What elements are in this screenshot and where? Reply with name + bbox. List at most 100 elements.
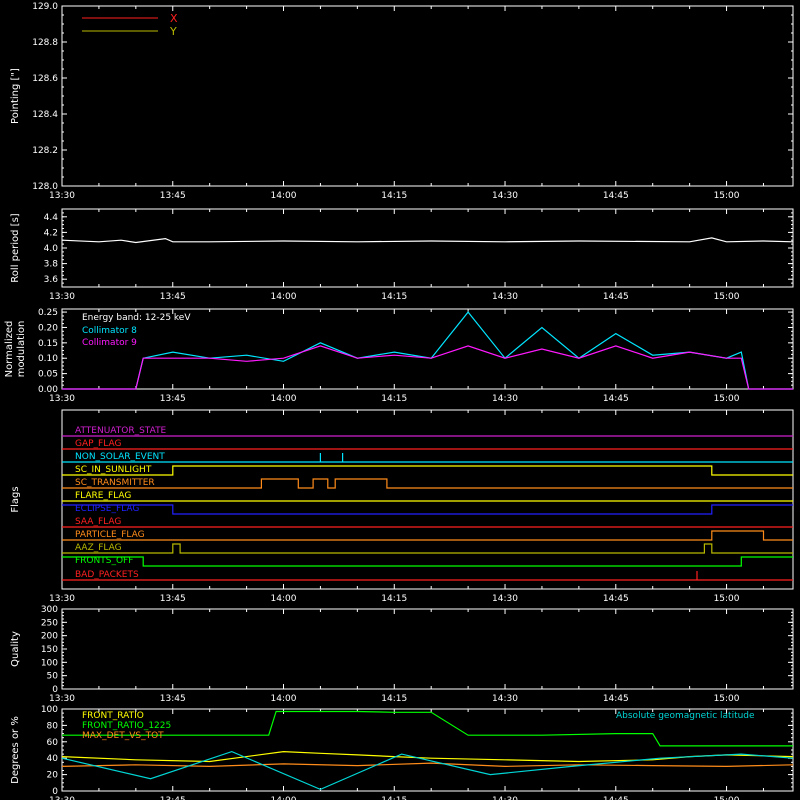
x-tick-label: 15:00 xyxy=(714,394,740,404)
y-tick-label: 0.20 xyxy=(38,323,58,333)
flag-label: SAA_FLAG xyxy=(75,517,121,527)
series-line-collimator-8 xyxy=(62,311,793,390)
x-tick-label: 13:30 xyxy=(49,292,75,302)
legend-label: Collimator 8 xyxy=(82,326,137,336)
panel-ratios xyxy=(61,708,794,792)
y-tick-label: 0 xyxy=(52,685,58,695)
flag-label: PARTICLE_FLAG xyxy=(75,530,145,540)
flag-line-bad-packets xyxy=(62,571,793,581)
x-tick-label: 13:30 xyxy=(49,594,75,604)
x-tick-label: 14:45 xyxy=(603,292,629,302)
flag-line-sc-in-sunlight xyxy=(62,465,793,476)
x-tick-label: 13:45 xyxy=(160,191,186,201)
x-tick-label: 15:00 xyxy=(714,292,740,302)
x-tick-label: 13:45 xyxy=(160,796,186,800)
plot-frame xyxy=(61,608,794,690)
legend-label: X xyxy=(170,12,178,25)
flag-label: SC_TRANSMITTER xyxy=(75,478,155,488)
y-tick-label: 60 xyxy=(47,738,59,748)
legend-label: Collimator 9 xyxy=(82,338,137,348)
stage: 13:30 13:45 14:00 14:15 14:30 14:45 15:00 13:30… xyxy=(4,2,794,800)
y-tick-label: 0.10 xyxy=(38,354,58,364)
y-tick-label: 80 xyxy=(47,721,59,731)
x-tick-label: 14:00 xyxy=(271,594,297,604)
y-tick-label: 300 xyxy=(41,605,58,615)
plot-frame xyxy=(61,208,794,288)
y-axis-label: Quality xyxy=(10,631,21,667)
x-tick-label: 14:30 xyxy=(492,796,518,800)
y-tick-label: 4.0 xyxy=(44,244,59,254)
legend-label: FRONT_RATIO xyxy=(82,711,144,721)
y-tick-label: 250 xyxy=(41,618,58,628)
x-tick-label: 14:00 xyxy=(271,694,297,704)
y-axis-label: Flags xyxy=(10,486,21,512)
x-tick-label: 13:45 xyxy=(160,292,186,302)
x-tick-label: 14:45 xyxy=(603,394,629,404)
x-tick-label: 14:15 xyxy=(381,394,407,404)
x-tick-label: 14:00 xyxy=(271,394,297,404)
flag-label: ATTENUATOR_STATE xyxy=(75,426,167,436)
x-tick-label: 15:00 xyxy=(714,796,740,800)
flag-line-eclipse-flag xyxy=(62,504,793,515)
x-tick-label: 14:00 xyxy=(271,292,297,302)
panel-flags xyxy=(61,409,794,590)
y-tick-label: 0 xyxy=(52,787,58,797)
flag-label: ECLIPSE_FLAG xyxy=(75,504,139,514)
y-tick-label: 128.4 xyxy=(32,110,58,120)
x-tick-label: 14:30 xyxy=(492,292,518,302)
flag-line-particle-flag xyxy=(62,530,793,541)
panel-roll xyxy=(61,208,794,288)
y-tick-label: 0.00 xyxy=(38,385,58,395)
flag-line-non-solar-event xyxy=(62,453,793,463)
series-line-absolute-geomagnetic-latitude xyxy=(61,750,794,791)
flag-label: GAP_FLAG xyxy=(75,439,121,449)
x-tick-label: 15:00 xyxy=(714,191,740,201)
plot-frame xyxy=(61,409,794,590)
y-tick-label: 128.0 xyxy=(32,182,58,192)
y-tick-label: 20 xyxy=(47,771,59,781)
x-tick-label: 14:00 xyxy=(271,796,297,800)
x-tick-label: 13:30 xyxy=(49,191,75,201)
y-axis-label: Pointing ["] xyxy=(10,68,21,124)
y-tick-label: 150 xyxy=(41,645,58,655)
y-tick-label: 50 xyxy=(47,672,59,682)
flag-line-sc-transmitter xyxy=(62,478,793,489)
legend-label: FRONT_RATIO_1225 xyxy=(82,721,171,731)
x-tick-label: 14:15 xyxy=(381,796,407,800)
x-tick-label: 14:15 xyxy=(381,191,407,201)
x-tick-label: 14:00 xyxy=(271,191,297,201)
y-tick-label: 3.6 xyxy=(44,275,59,285)
flag-label: NON_SOLAR_EVENT xyxy=(75,452,165,462)
x-tick-label: 14:30 xyxy=(492,191,518,201)
y-tick-label: 3.8 xyxy=(44,260,59,270)
y-tick-label: 129.0 xyxy=(32,2,58,12)
x-tick-label: 14:15 xyxy=(381,694,407,704)
panel-quality xyxy=(61,608,794,690)
plot-frame xyxy=(61,708,794,792)
x-tick-label: 13:45 xyxy=(160,394,186,404)
x-tick-label: 14:15 xyxy=(381,292,407,302)
series-line-max-det-vs-tot xyxy=(61,762,794,768)
x-tick-label: 14:45 xyxy=(603,796,629,800)
y-tick-label: 4.4 xyxy=(44,213,59,223)
flag-label: BAD_PACKETS xyxy=(75,570,139,580)
x-tick-label: 15:00 xyxy=(714,694,740,704)
x-tick-label: 15:00 xyxy=(714,594,740,604)
y-tick-label: 128.2 xyxy=(32,146,58,156)
legend-label: Absolute geomagnetic latitude xyxy=(616,711,755,721)
x-tick-label: 14:30 xyxy=(492,694,518,704)
x-tick-label: 13:45 xyxy=(160,694,186,704)
flag-label: AAZ_FLAG xyxy=(75,543,122,553)
flag-label: SC_IN_SUNLIGHT xyxy=(75,465,152,475)
x-tick-label: 14:45 xyxy=(603,594,629,604)
y-tick-label: 40 xyxy=(47,754,59,764)
legend-label: Y xyxy=(169,25,177,38)
y-tick-label: 100 xyxy=(41,705,58,715)
x-tick-label: 14:45 xyxy=(603,191,629,201)
x-tick-label: 13:45 xyxy=(160,594,186,604)
legend-label: MAX_DET_VS_TOT xyxy=(82,731,164,741)
x-tick-label: 14:30 xyxy=(492,594,518,604)
x-tick-label: 13:30 xyxy=(49,694,75,704)
y-tick-label: 0.15 xyxy=(38,339,58,349)
flag-label: FLARE_FLAG xyxy=(75,491,131,501)
